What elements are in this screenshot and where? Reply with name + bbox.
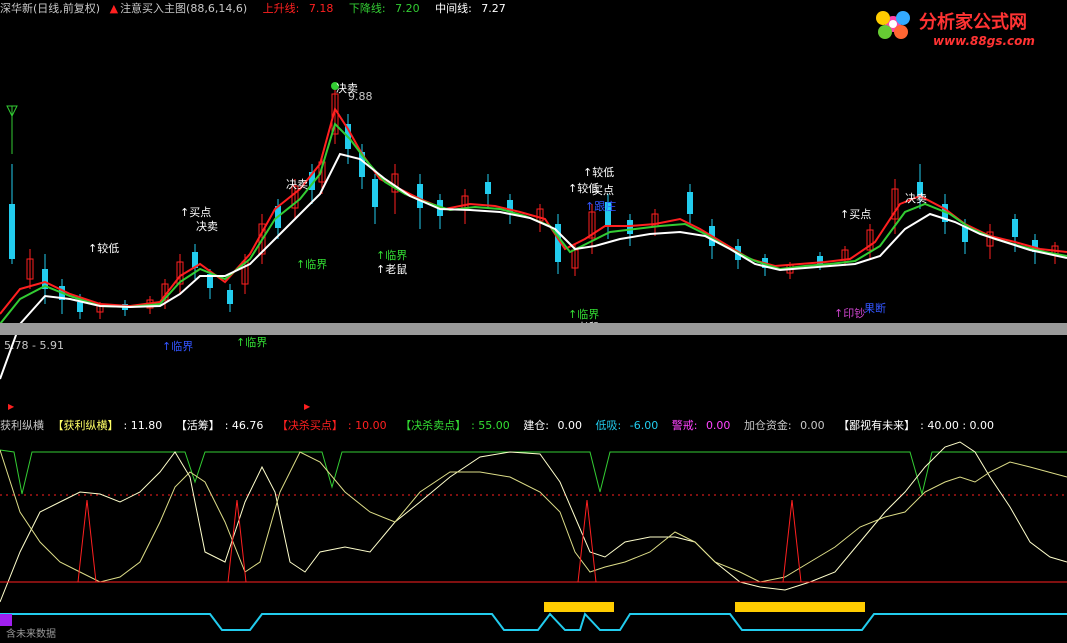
sub-indicator-name[interactable]: 获利纵横 [0, 419, 44, 432]
signal-label: ↑买点 [840, 208, 872, 221]
white-ma-line [0, 152, 1067, 380]
contempt-readout: 【鄙视有未来】 : 40.00 : 0.00 [838, 419, 999, 432]
yellow-indicator-line [0, 449, 1067, 583]
candlesticks [9, 84, 1059, 319]
price-low-label: 5.78 - 5.91 [4, 339, 64, 352]
low-buy-label: 低吸: [595, 419, 622, 432]
add-funds-label: 加仓资金: [743, 419, 792, 432]
future-data-label: 含未来数据 [6, 629, 56, 640]
signal-label: 决卖 [336, 82, 358, 95]
contempt-label: 【鄙视有未来】 [838, 419, 916, 432]
contempt-value: : 40.00 : 0.00 [920, 419, 995, 432]
kill-sell-value: : 55.00 [471, 419, 510, 432]
signal-label: ↑临界 [236, 336, 268, 349]
red-spike-line [0, 499, 1067, 583]
sub-indicator-chart[interactable] [0, 432, 1067, 643]
warning-readout: 警戒: 0.00 [672, 419, 736, 432]
marker-triangle-icon: ▶ [8, 402, 15, 411]
profit-value: : 11.80 [123, 419, 163, 432]
build-readout: 建仓: 0.00 [523, 419, 587, 432]
green-ma-line [0, 122, 1067, 325]
build-value: 0.00 [557, 419, 583, 432]
cyan-trapezoid-line [0, 612, 1067, 631]
signal-label: ↑印钞 [834, 307, 866, 320]
signal-label: 果断 [864, 302, 886, 315]
yellow-signal-bar [735, 602, 865, 612]
profit-label: 【获利纵横】 [52, 419, 119, 432]
chips-readout: 【活筹】 : 46.76 [176, 419, 269, 432]
yellow-signal-bar [544, 602, 614, 612]
signal-label: 决卖 [286, 178, 308, 191]
signal-label: ↑较低 [583, 166, 615, 179]
profit-readout: 【获利纵横】 : 11.80 [53, 419, 168, 432]
chips-value: : 46.76 [224, 419, 264, 432]
signal-label: ↑老鼠 [376, 263, 408, 276]
chips-label: 【活筹】 [175, 419, 220, 432]
kill-sell-readout: 【决杀卖点】 : 55.00 [400, 419, 515, 432]
signal-label: 决卖 [196, 220, 218, 233]
signal-label: ↑较低 [88, 242, 120, 255]
main-price-chart[interactable]: 9.88 5.78 - 5.91 [0, 14, 1067, 410]
chart-divider [0, 323, 1067, 335]
signal-label: ↑临界 [296, 258, 328, 271]
signal-label: 买点 [592, 184, 614, 197]
warning-label: 警戒: [671, 419, 698, 432]
kill-buy-label: 【决杀买点】 [276, 419, 343, 432]
marker-triangle-icon: ▶ [304, 402, 311, 411]
kill-buy-value: : 10.00 [347, 419, 387, 432]
low-buy-value: -6.00 [629, 419, 659, 432]
chart-header: 深华新(日线,前复权) ▲ 注意买入主图(88,6,14,6) 上升线: 7.18… [0, 0, 518, 15]
warning-value: 0.00 [705, 419, 731, 432]
low-buy-readout: 低吸: -6.00 [596, 419, 664, 432]
down-arrow-icon [6, 105, 18, 154]
build-label: 建仓: [523, 419, 550, 432]
signal-label: 决卖 [905, 192, 927, 205]
signal-label: ↑跟庄 [585, 200, 617, 213]
kill-sell-label: 【决杀卖点】 [400, 419, 467, 432]
sub-indicator-header: 获利纵横 【获利纵横】 : 11.80 【活筹】 : 46.76 【决杀买点】 : 1… [0, 417, 1004, 433]
signal-label: ↑临界 [162, 340, 194, 353]
add-funds-readout: 加仓资金: 0.00 [744, 419, 830, 432]
add-funds-value: 0.00 [800, 419, 825, 432]
kill-buy-readout: 【决杀买点】 : 10.00 [277, 419, 392, 432]
